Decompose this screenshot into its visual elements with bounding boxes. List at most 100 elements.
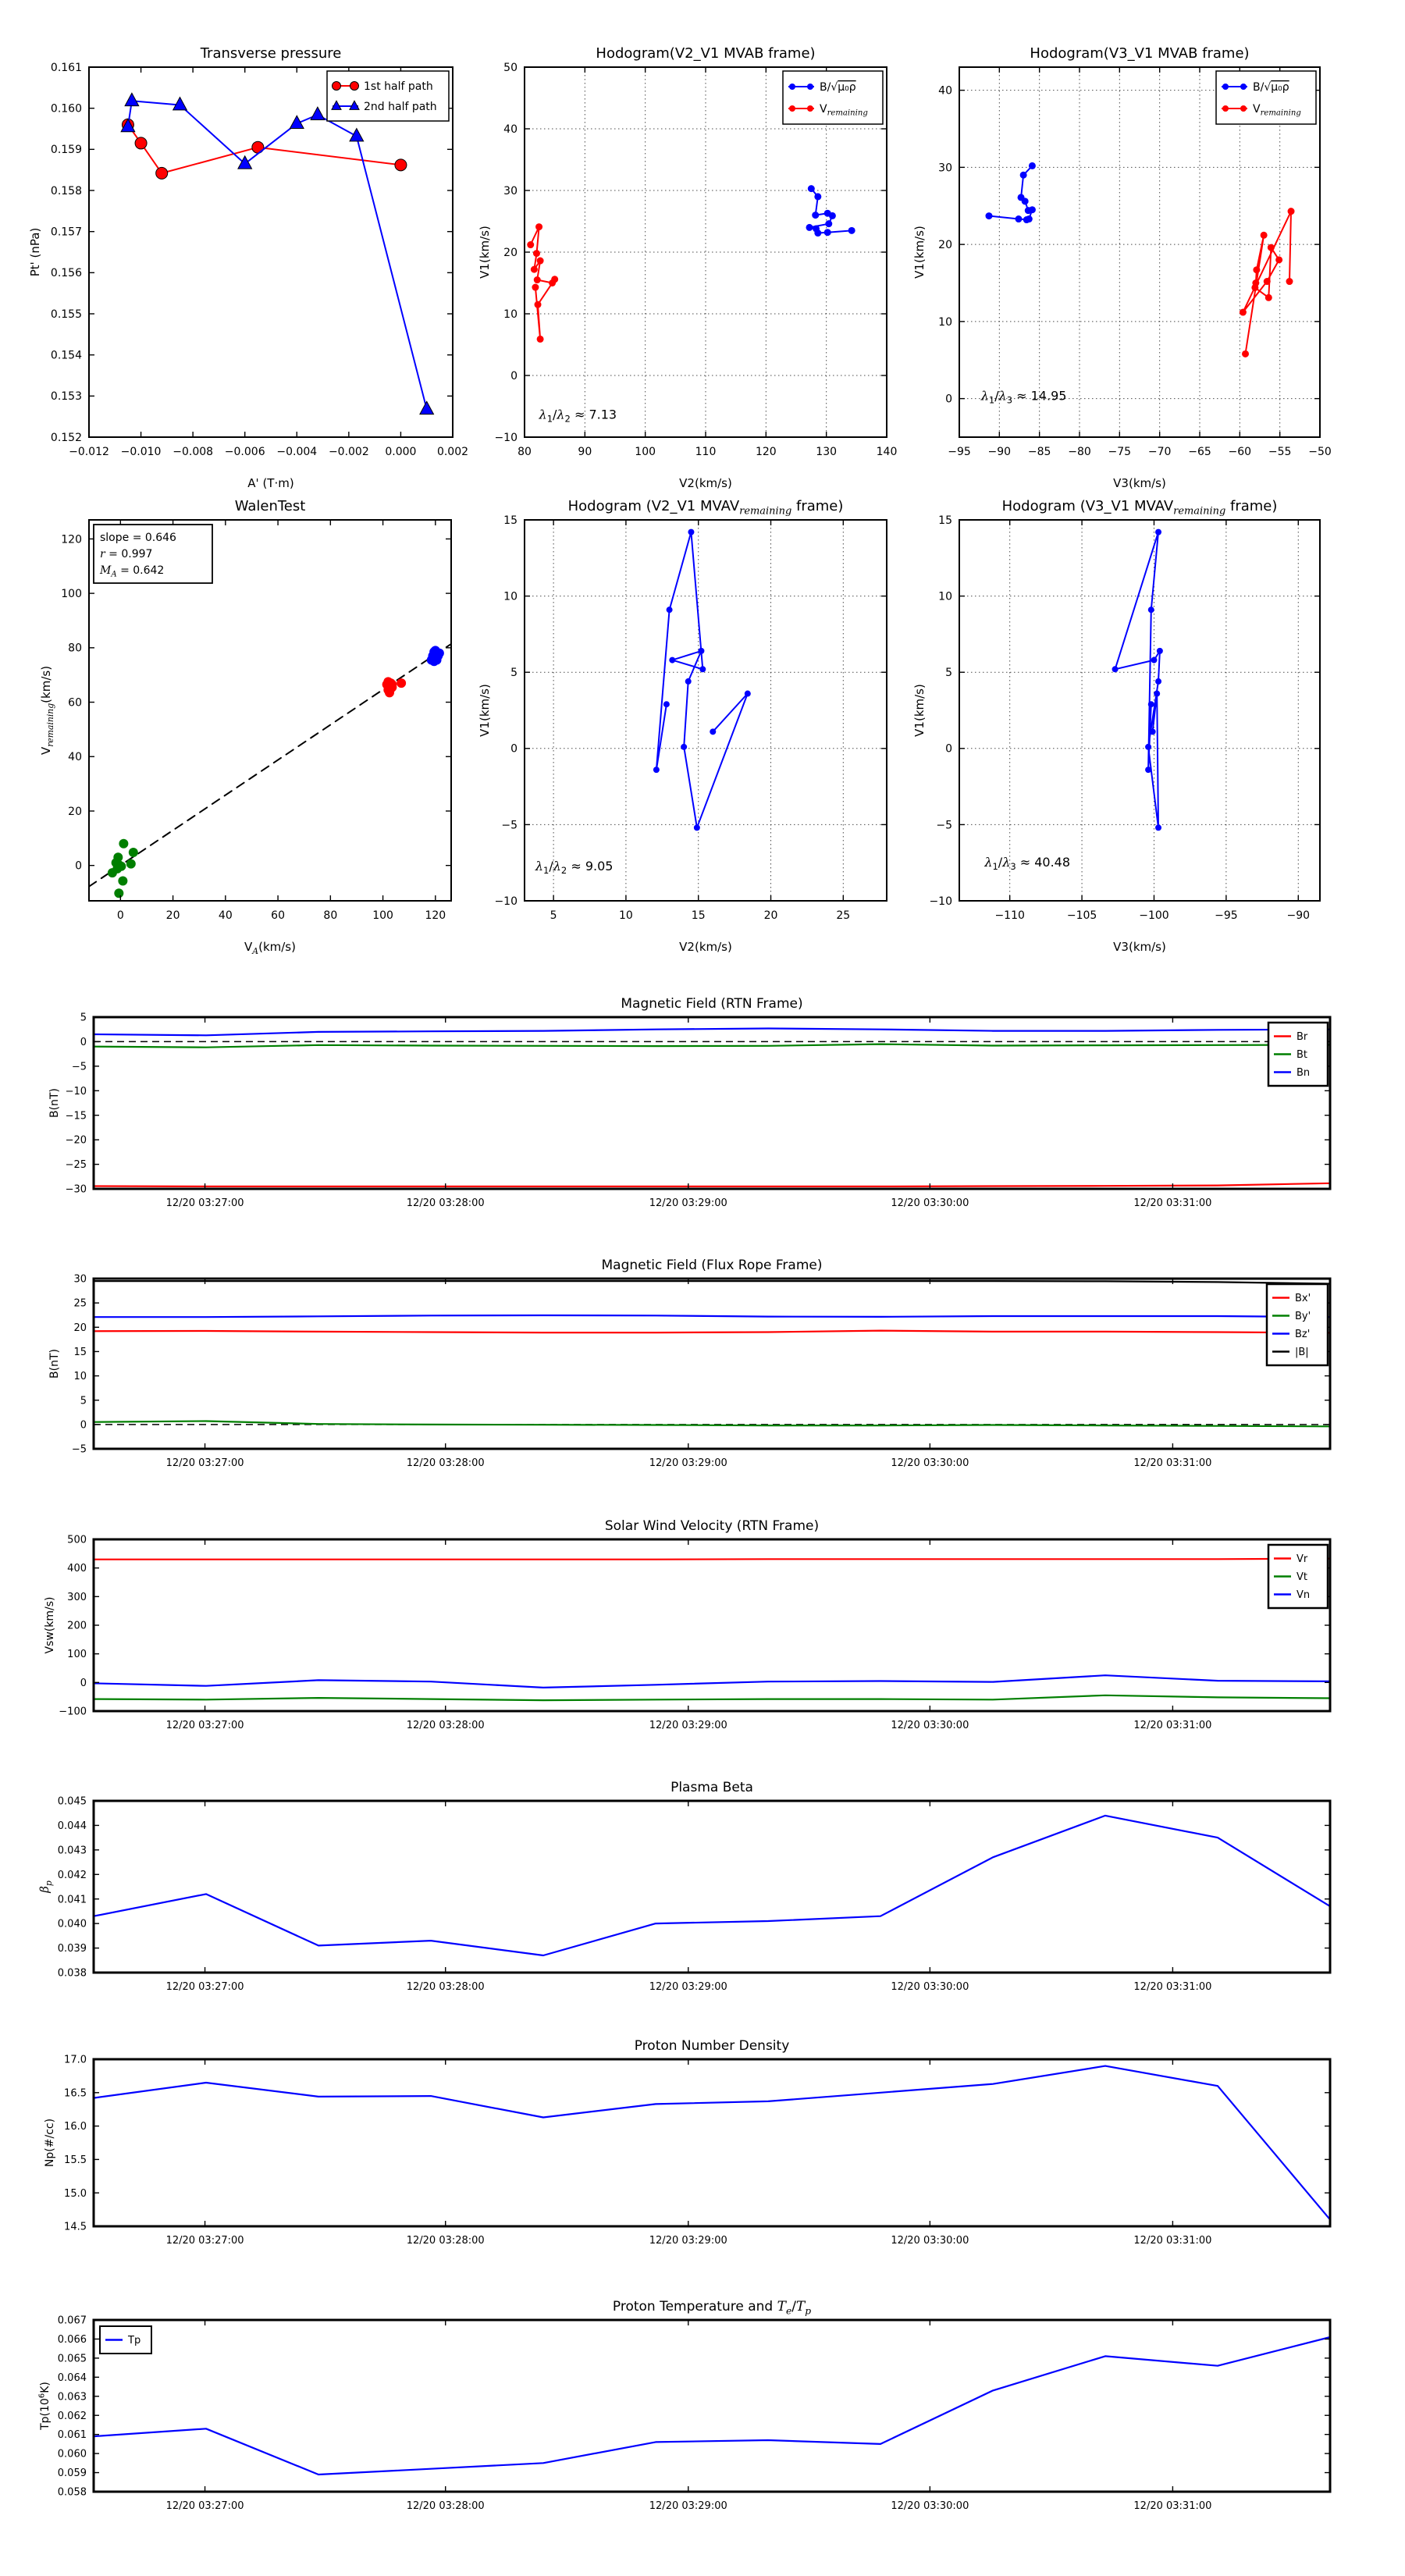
svg-text:−90: −90 — [1287, 909, 1311, 922]
svg-text:VA(km/s): VA(km/s) — [244, 940, 296, 956]
svg-text:14.5: 14.5 — [64, 2222, 87, 2233]
chart-plasma-beta: 12/20 03:27:0012/20 03:28:0012/20 03:29:… — [37, 1780, 1330, 1993]
svg-text:0: 0 — [510, 370, 518, 382]
svg-text:λ1/λ3 ≈ 40.48: λ1/λ3 ≈ 40.48 — [984, 855, 1070, 872]
svg-text:60: 60 — [271, 909, 285, 922]
svg-text:100: 100 — [61, 588, 82, 600]
svg-text:12/20 03:27:00: 12/20 03:27:00 — [166, 1720, 244, 1731]
svg-text:B/√μ₀ρ: B/√μ₀ρ — [1253, 81, 1289, 94]
svg-text:120: 120 — [756, 446, 777, 458]
series-beta_p — [94, 1816, 1330, 1955]
svg-text:0.161: 0.161 — [51, 62, 82, 74]
svg-text:V1(km/s): V1(km/s) — [478, 226, 492, 279]
svg-text:0.061: 0.061 — [58, 2429, 87, 2441]
svg-text:20: 20 — [503, 247, 518, 259]
svg-text:−60: −60 — [1229, 446, 1252, 458]
svg-text:Br: Br — [1297, 1031, 1308, 1043]
svg-text:−55: −55 — [1268, 446, 1292, 458]
svg-text:15: 15 — [938, 514, 952, 527]
svg-text:−95: −95 — [948, 446, 971, 458]
svg-text:40: 40 — [938, 85, 952, 98]
series-fit line — [89, 644, 451, 887]
svg-text:0.041: 0.041 — [58, 1894, 87, 1905]
svg-text:100: 100 — [372, 909, 393, 922]
svg-text:Tp: Tp — [127, 2335, 140, 2347]
svg-text:12/20 03:31:00: 12/20 03:31:00 — [1133, 2235, 1211, 2247]
svg-text:500: 500 — [67, 1535, 87, 1546]
svg-text:25: 25 — [73, 1298, 87, 1310]
legend: 1st half path2nd half path — [327, 71, 449, 121]
svg-text:−70: −70 — [1148, 446, 1172, 458]
svg-text:A' (T·m): A' (T·m) — [247, 476, 293, 490]
svg-text:Hodogram(V2_V1 MVAB frame): Hodogram(V2_V1 MVAB frame) — [596, 45, 815, 62]
svg-text:−5: −5 — [72, 1444, 87, 1456]
svg-text:|B|: |B| — [1295, 1347, 1309, 1358]
svg-text:10: 10 — [619, 909, 633, 922]
svg-text:−95: −95 — [1215, 909, 1238, 922]
svg-text:12/20 03:29:00: 12/20 03:29:00 — [649, 1981, 727, 1993]
svg-text:20: 20 — [68, 806, 82, 818]
svg-text:Vt: Vt — [1297, 1571, 1307, 1583]
svg-text:0.063: 0.063 — [58, 2391, 87, 2403]
svg-text:100: 100 — [67, 1649, 87, 1660]
svg-text:0.045: 0.045 — [58, 1796, 87, 1808]
legend: Bx' By' Bz' |B| — [1267, 1284, 1328, 1365]
svg-text:400: 400 — [67, 1563, 87, 1574]
series-Bn — [94, 1029, 1330, 1036]
svg-text:−50: −50 — [1308, 446, 1332, 458]
svg-text:−25: −25 — [66, 1159, 87, 1171]
svg-text:0.040: 0.040 — [58, 1919, 87, 1930]
svg-text:0.064: 0.064 — [58, 2372, 87, 2384]
svg-text:0.155: 0.155 — [51, 308, 82, 321]
svg-text:By': By' — [1295, 1311, 1311, 1322]
svg-text:−10: −10 — [494, 895, 518, 908]
svg-text:0.002: 0.002 — [437, 446, 468, 458]
chart-proton-number-density: 12/20 03:27:0012/20 03:28:0012/20 03:29:… — [44, 2038, 1330, 2247]
svg-text:Bz': Bz' — [1295, 1329, 1310, 1340]
svg-text:B(nT): B(nT) — [48, 1088, 61, 1118]
svg-text:Magnetic Field (RTN Frame): Magnetic Field (RTN Frame) — [621, 996, 802, 1012]
svg-text:120: 120 — [425, 909, 446, 922]
svg-text:15: 15 — [73, 1347, 87, 1358]
svg-text:WalenTest: WalenTest — [235, 498, 306, 514]
svg-text:80: 80 — [518, 446, 532, 458]
svg-text:−10: −10 — [66, 1086, 87, 1098]
svg-text:−90: −90 — [988, 446, 1012, 458]
svg-text:0.065: 0.065 — [58, 2353, 87, 2364]
chart-canvas: −0.012−0.010−0.008−0.006−0.004−0.0020.00… — [0, 0, 1405, 2576]
svg-text:−105: −105 — [1067, 909, 1097, 922]
svg-text:2nd half path: 2nd half path — [364, 101, 437, 113]
svg-text:40: 40 — [219, 909, 233, 922]
svg-text:Vsw(km/s): Vsw(km/s) — [44, 1596, 56, 1653]
svg-text:15.0: 15.0 — [64, 2188, 87, 2200]
svg-text:0.042: 0.042 — [58, 1870, 87, 1881]
svg-text:−10: −10 — [494, 432, 518, 444]
series-Bz' — [94, 1315, 1330, 1317]
svg-text:140: 140 — [877, 446, 898, 458]
svg-text:0.160: 0.160 — [51, 103, 82, 116]
svg-text:30: 30 — [503, 185, 518, 197]
svg-text:12/20 03:28:00: 12/20 03:28:00 — [407, 1457, 485, 1469]
svg-text:110: 110 — [695, 446, 717, 458]
svg-text:λ1/λ3 ≈ 14.95: λ1/λ3 ≈ 14.95 — [980, 389, 1067, 406]
svg-text:B(nT): B(nT) — [48, 1349, 61, 1379]
svg-text:12/20 03:30:00: 12/20 03:30:00 — [891, 1720, 969, 1731]
svg-text:0.154: 0.154 — [51, 350, 82, 362]
svg-text:300: 300 — [67, 1592, 87, 1603]
series-Vt — [94, 1695, 1330, 1700]
svg-text:−20: −20 — [66, 1135, 87, 1147]
svg-text:Bx': Bx' — [1295, 1293, 1311, 1304]
series-V path — [1115, 532, 1160, 828]
svg-text:Vremaining(km/s): Vremaining(km/s) — [39, 666, 55, 755]
svg-text:Transverse pressure: Transverse pressure — [200, 45, 342, 62]
svg-text:V1(km/s): V1(km/s) — [478, 684, 492, 737]
svg-text:−0.006: −0.006 — [225, 446, 265, 458]
chart-proton-temperature: 12/20 03:27:0012/20 03:28:0012/20 03:29:… — [37, 2299, 1330, 2512]
svg-text:−30: −30 — [66, 1184, 87, 1196]
svg-text:20: 20 — [764, 909, 778, 922]
svg-text:−0.010: −0.010 — [121, 446, 162, 458]
svg-text:12/20 03:30:00: 12/20 03:30:00 — [891, 1197, 969, 1209]
svg-text:10: 10 — [938, 316, 952, 329]
svg-text:B/√μ₀ρ: B/√μ₀ρ — [820, 81, 856, 94]
svg-text:0: 0 — [80, 1678, 87, 1689]
